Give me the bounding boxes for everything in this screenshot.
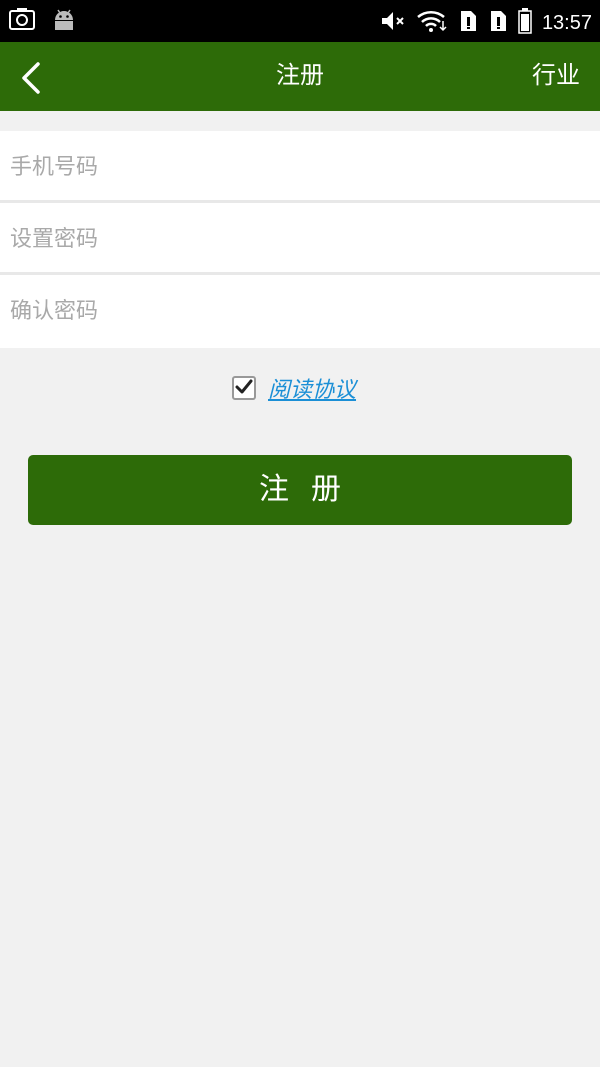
agreement-checkbox[interactable] xyxy=(232,376,256,400)
password-input[interactable] xyxy=(0,203,580,275)
industry-button[interactable]: 行业 xyxy=(532,42,580,111)
sim1-icon xyxy=(458,9,478,37)
battery-icon xyxy=(518,8,532,38)
register-button[interactable]: 注册 xyxy=(28,455,572,525)
confirm-password-field-row xyxy=(0,275,600,348)
chevron-left-icon xyxy=(18,62,42,100)
wifi-icon xyxy=(416,9,448,37)
confirm-password-input[interactable] xyxy=(0,275,580,347)
status-bar: 13:57 xyxy=(0,0,600,42)
screenshot-icon xyxy=(8,8,36,36)
phone-field-row xyxy=(0,131,600,203)
agreement-link[interactable]: 阅读协议 xyxy=(268,372,356,404)
register-form xyxy=(0,131,600,348)
status-time: 13:57 xyxy=(541,12,592,34)
sim2-icon xyxy=(488,9,508,37)
mute-icon xyxy=(380,9,406,37)
back-button[interactable] xyxy=(18,60,58,96)
android-icon xyxy=(52,8,76,36)
agreement-row: 阅读协议 xyxy=(232,372,356,404)
title-bar: 注册 行业 xyxy=(0,42,600,111)
password-field-row xyxy=(0,203,600,275)
page-title: 注册 xyxy=(276,61,324,89)
phone-input[interactable] xyxy=(0,131,580,203)
